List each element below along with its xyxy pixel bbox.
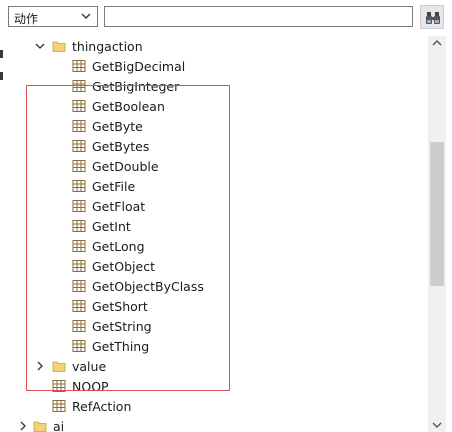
- chevron-right-icon[interactable]: [18, 421, 28, 431]
- folder-icon: [52, 361, 66, 372]
- tree-node-label: GetBytes: [92, 139, 150, 154]
- tree-node-value[interactable]: value: [0, 356, 428, 376]
- table-icon: [72, 100, 86, 112]
- table-icon: [72, 300, 86, 312]
- table-icon: [72, 120, 86, 132]
- tree-node-child[interactable]: GetInt: [0, 216, 428, 236]
- tree-node-noop[interactable]: NOOP: [0, 376, 428, 396]
- tree-node-child[interactable]: GetBigDecimal: [0, 56, 428, 76]
- tree-node-label: GetThing: [92, 339, 150, 354]
- chevron-right-icon[interactable]: [35, 361, 45, 371]
- tree-node-child[interactable]: GetBigInteger: [0, 76, 428, 96]
- tree-view: thingaction GetBigDecimal GetBigInteger Ge…: [0, 34, 428, 432]
- tree-node-label: value: [72, 359, 107, 374]
- tree-node-label: GetDouble: [92, 159, 159, 174]
- scrollbar-thumb[interactable]: [430, 142, 444, 286]
- scroll-down-icon[interactable]: [431, 420, 443, 430]
- table-icon: [72, 340, 86, 352]
- folder-icon: [52, 41, 66, 52]
- vertical-scrollbar[interactable]: [428, 36, 446, 432]
- tree-node-label: GetInt: [92, 219, 131, 234]
- tree-node-label: GetByte: [92, 119, 143, 134]
- tree-node-label: GetFloat: [92, 199, 146, 214]
- tree-node-label: RefAction: [72, 399, 132, 414]
- tree-node-label: GetString: [92, 319, 152, 334]
- tree-node-child[interactable]: GetFloat: [0, 196, 428, 216]
- tree-node-child[interactable]: GetBytes: [0, 136, 428, 156]
- table-icon: [72, 160, 86, 172]
- table-icon: [72, 240, 86, 252]
- table-icon: [52, 400, 66, 412]
- tree-node-child[interactable]: GetByte: [0, 116, 428, 136]
- tree-node-child[interactable]: GetObjectByClass: [0, 276, 428, 296]
- search-input[interactable]: [104, 6, 413, 27]
- table-icon: [72, 320, 86, 332]
- chevron-down-icon: [81, 13, 91, 19]
- tree-node-thingaction[interactable]: thingaction: [0, 36, 428, 56]
- tree-node-child[interactable]: GetShort: [0, 296, 428, 316]
- table-icon: [72, 220, 86, 232]
- scroll-up-icon[interactable]: [431, 38, 443, 48]
- table-icon: [52, 380, 66, 392]
- tree-node-child[interactable]: GetString: [0, 316, 428, 336]
- tree-node-label: GetLong: [92, 239, 145, 254]
- tree-node-label: GetBigDecimal: [92, 59, 186, 74]
- category-select[interactable]: 动作: [8, 6, 98, 27]
- tree-node-label: GetBoolean: [92, 99, 165, 114]
- table-icon: [72, 80, 86, 92]
- chevron-down-icon[interactable]: [35, 41, 45, 51]
- table-icon: [72, 180, 86, 192]
- tree-node-label: GetShort: [92, 299, 148, 314]
- tree-node-child[interactable]: GetBoolean: [0, 96, 428, 116]
- table-icon: [72, 140, 86, 152]
- tree-node-label: GetBigInteger: [92, 79, 180, 94]
- folder-icon: [33, 421, 47, 432]
- table-icon: [72, 280, 86, 292]
- tree-node-label: ai: [53, 419, 65, 432]
- table-icon: [72, 200, 86, 212]
- tree-node-child[interactable]: GetLong: [0, 236, 428, 256]
- table-icon: [72, 60, 86, 72]
- tree-node-label: NOOP: [72, 379, 109, 394]
- table-icon: [72, 260, 86, 272]
- tree-node-child[interactable]: GetObject: [0, 256, 428, 276]
- binoculars-icon: [426, 12, 440, 24]
- category-select-value: 动作: [14, 12, 39, 26]
- tree-node-child[interactable]: GetDouble: [0, 156, 428, 176]
- tree-node-label: GetObjectByClass: [92, 279, 204, 294]
- find-button[interactable]: [420, 5, 444, 29]
- toolbar: 动作: [0, 0, 452, 34]
- tree-node-label: GetObject: [92, 259, 155, 274]
- tree-node-child[interactable]: GetFile: [0, 176, 428, 196]
- tree-node-refaction[interactable]: RefAction: [0, 396, 428, 416]
- tree-node-ai[interactable]: ai: [0, 416, 428, 432]
- tree-node-label: GetFile: [92, 179, 136, 194]
- tree-node-label: thingaction: [72, 39, 143, 54]
- tree-node-child[interactable]: GetThing: [0, 336, 428, 356]
